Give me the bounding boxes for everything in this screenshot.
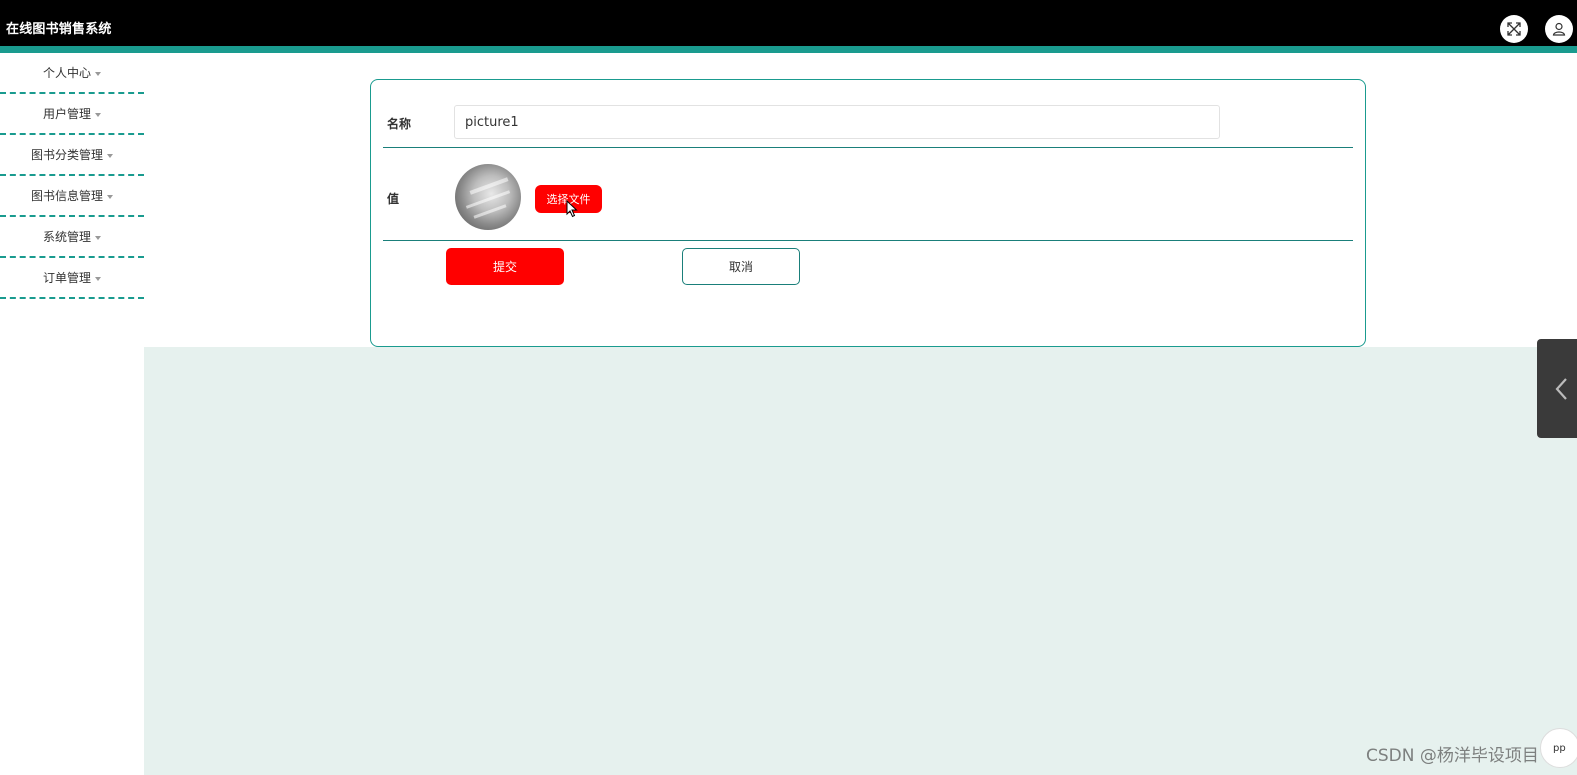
name-input[interactable] (454, 105, 1220, 139)
cancel-button[interactable]: 取消 (682, 248, 800, 285)
edit-form: 名称 值 选择文件 提交 取消 (370, 79, 1366, 347)
user-icon (1552, 22, 1566, 36)
side-panel-toggle[interactable] (1537, 339, 1577, 438)
chevron-left-icon (1555, 378, 1567, 400)
corner-button[interactable]: pp (1540, 728, 1577, 768)
user-button[interactable] (1545, 15, 1573, 43)
caret-down-icon (107, 194, 113, 199)
sidebar-item-label: 个人中心 (42, 66, 91, 80)
image-preview (455, 164, 521, 230)
sidebar: 个人中心 用户管理 图书分类管理 图书信息管理 系统管理 订单管理 (0, 53, 144, 775)
sidebar-item-label: 订单管理 (42, 271, 91, 285)
sidebar-item-label: 图书信息管理 (30, 189, 103, 203)
sidebar-item-user-management[interactable]: 用户管理 (0, 94, 144, 135)
sidebar-item-label: 用户管理 (42, 107, 91, 121)
fullscreen-button[interactable] (1500, 15, 1528, 43)
caret-down-icon (107, 153, 113, 158)
mouse-cursor-icon (566, 200, 578, 218)
fullscreen-icon (1507, 22, 1521, 36)
name-label: 名称 (387, 117, 412, 131)
name-row: 名称 (383, 80, 1353, 148)
app-title: 在线图书销售系统 (6, 22, 112, 37)
sidebar-item-label: 系统管理 (42, 230, 91, 244)
top-bar: 在线图书销售系统 (0, 0, 1577, 46)
submit-button[interactable]: 提交 (446, 248, 564, 285)
sidebar-item-book-info-management[interactable]: 图书信息管理 (0, 176, 144, 217)
caret-down-icon (95, 112, 101, 117)
value-row: 值 选择文件 (383, 148, 1353, 241)
sidebar-item-system-management[interactable]: 系统管理 (0, 217, 144, 258)
caret-down-icon (95, 235, 101, 240)
value-label: 值 (387, 192, 400, 206)
content-background (144, 347, 1577, 775)
watermark: CSDN @杨洋毕设项目 (1366, 746, 1539, 766)
top-bar-accent (0, 46, 1577, 53)
caret-down-icon (95, 276, 101, 281)
sidebar-item-book-category-management[interactable]: 图书分类管理 (0, 135, 144, 176)
sidebar-item-order-management[interactable]: 订单管理 (0, 258, 144, 299)
sidebar-item-label: 图书分类管理 (30, 148, 103, 162)
caret-down-icon (95, 71, 101, 76)
sidebar-item-personal-center[interactable]: 个人中心 (0, 53, 144, 94)
